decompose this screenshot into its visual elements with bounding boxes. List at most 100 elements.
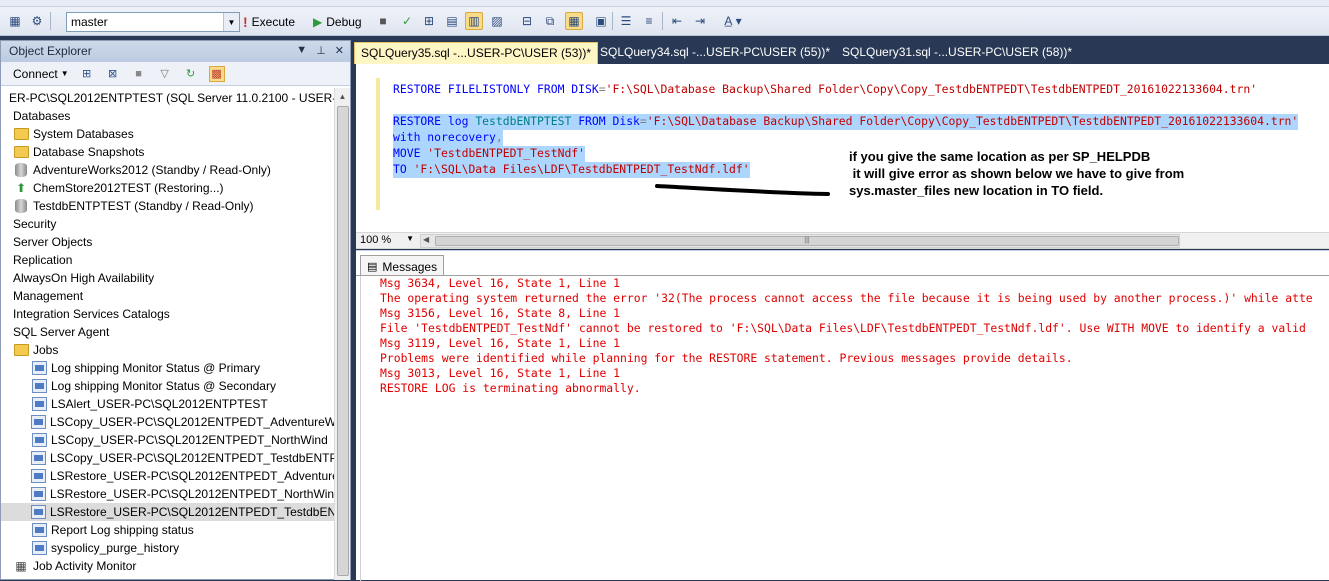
chevron-down-icon: ▼ xyxy=(60,69,69,78)
parse-checkmark-icon[interactable]: ✓ xyxy=(398,12,416,30)
tree-node[interactable]: AlwaysOn High Availability xyxy=(1,269,334,287)
job-icon xyxy=(31,379,47,393)
tree-node[interactable]: Log shipping Monitor Status @ Secondary xyxy=(1,377,334,395)
sqlcmd-mode-icon[interactable]: ▣ xyxy=(592,12,610,30)
tree-node[interactable]: ER-PC\SQL2012ENTPTEST (SQL Server 11.0.2… xyxy=(1,89,334,107)
tree-node[interactable]: ▦ Job Activity Monitor xyxy=(1,557,334,575)
toolbar-separator xyxy=(662,12,663,30)
tree-node[interactable]: LSCopy_USER-PC\SQL2012ENTPEDT_NorthWind xyxy=(1,431,334,449)
tree-node[interactable]: Databases xyxy=(1,107,334,125)
available-databases-select[interactable]: master ▼ xyxy=(66,12,240,32)
tree-node[interactable]: AdventureWorks2012 (Standby / Read-Only) xyxy=(1,161,334,179)
stop-icon[interactable]: ■ xyxy=(131,66,147,82)
tree-node-label: TestdbENTPTEST (Standby / Read-Only) xyxy=(33,199,254,213)
job-icon xyxy=(31,451,46,465)
messages-left-border xyxy=(360,276,361,581)
display-plan-icon[interactable]: ⊞ xyxy=(420,12,438,30)
tree-node[interactable]: LSRestore_USER-PC\SQL2012ENTPEDT_TestdbE… xyxy=(1,503,334,521)
tab-sqlquery35[interactable]: SQLQuery35.sql -...USER-PC\USER (53))* xyxy=(354,42,599,64)
scrollbar-thumb[interactable] xyxy=(337,106,349,576)
code-string: 'TestdbENTPEDT_TestNdf' xyxy=(427,146,586,160)
tree-node[interactable]: Management xyxy=(1,287,334,305)
scroll-up-icon[interactable]: ▲ xyxy=(335,88,350,104)
annotation-line: it will give error as shown below we hav… xyxy=(849,166,1185,181)
increase-indent-icon[interactable]: ⇥ xyxy=(691,12,709,30)
message-line: Msg 3156, Level 16, State 8, Line 1 xyxy=(380,306,621,320)
object-explorer-icon[interactable]: ▦ xyxy=(6,12,24,30)
annotation-underline-mark xyxy=(655,184,830,196)
client-statistics-icon[interactable]: ▦ xyxy=(565,12,583,30)
tree-node[interactable]: Security xyxy=(1,215,334,233)
zoom-select[interactable]: 100 % ▼ xyxy=(358,234,416,248)
include-plan-icon[interactable]: ⧉ xyxy=(541,12,559,30)
code-line-4[interactable]: MOVE 'TestdbENTPEDT_TestNdf' xyxy=(393,146,586,162)
chevron-down-icon[interactable]: ▼ xyxy=(223,13,239,31)
tree-node[interactable]: Integration Services Catalogs xyxy=(1,305,334,323)
results-to-file-icon[interactable]: ⊟ xyxy=(518,12,536,30)
tree-node[interactable]: LSCopy_USER-PC\SQL2012ENTPEDT_TestdbENTP… xyxy=(1,449,334,467)
uncomment-lines-icon[interactable]: ≡ xyxy=(640,12,658,30)
specify-template-values-icon[interactable]: A̲ ▾ xyxy=(718,12,748,30)
pin-icon[interactable]: ⊥ xyxy=(316,44,326,57)
code-line-1[interactable]: RESTORE FILELISTONLY FROM DISK='F:\SQL\D… xyxy=(393,82,1257,98)
disconnect-icon[interactable]: ⊠ xyxy=(105,66,121,82)
filter-icon[interactable]: ▽ xyxy=(157,66,173,82)
tree-node[interactable]: System Databases xyxy=(1,125,334,143)
decrease-indent-icon[interactable]: ⇤ xyxy=(668,12,686,30)
activity-monitor-icon[interactable]: ▩ xyxy=(208,65,225,82)
tree-node[interactable]: LSRestore_USER-PC\SQL2012ENTPEDT_NorthWi… xyxy=(1,485,334,503)
tab-sqlquery34[interactable]: SQLQuery34.sql -...USER-PC\USER (55))* xyxy=(594,42,836,64)
chevron-down-icon: ▼ xyxy=(406,234,414,243)
tree-node[interactable]: Database Snapshots xyxy=(1,143,334,161)
debug-button[interactable]: ▶ Debug xyxy=(313,12,362,32)
code-line-5[interactable]: TO 'F:\SQL\Data Files\LDF\TestdbENTPEDT_… xyxy=(393,162,750,178)
results-to-grid-icon[interactable]: ▥ xyxy=(465,12,483,30)
tree-node-label: Database Snapshots xyxy=(33,145,145,159)
message-line: Msg 3119, Level 16, State 1, Line 1 xyxy=(380,336,621,350)
tab-messages[interactable]: ▤ Messages xyxy=(360,255,445,275)
tree-node[interactable]: Log shipping Monitor Status @ Primary xyxy=(1,359,334,377)
tab-sqlquery31[interactable]: SQLQuery31.sql -...USER-PC\USER (58))* xyxy=(836,42,1078,64)
execute-label: Execute xyxy=(251,15,296,29)
tree-vertical-scrollbar[interactable]: ▲ xyxy=(334,88,350,580)
query-designer-icon[interactable]: ▤ xyxy=(443,12,461,30)
tree-node[interactable]: Report Log shipping status xyxy=(1,521,334,539)
tree-node[interactable]: Server Objects xyxy=(1,233,334,251)
messages-body[interactable]: Msg 3634, Level 16, State 1, Line 1 The … xyxy=(356,276,1329,581)
results-to-text-icon[interactable]: ▨ xyxy=(488,12,506,30)
tab-label: SQLQuery31.sql -...USER-PC\USER (58))* xyxy=(842,45,1073,59)
document-tab-strip: SQLQuery35.sql -...USER-PC\USER (53))* S… xyxy=(354,42,1329,64)
tree-node[interactable]: TestdbENTPTEST (Standby / Read-Only) xyxy=(1,197,334,215)
close-icon[interactable]: ✕ xyxy=(335,44,344,57)
tree-node[interactable]: Jobs xyxy=(1,341,334,359)
tree-node[interactable]: LSAlert_USER-PC\SQL2012ENTPTEST xyxy=(1,395,334,413)
toolbar-separator xyxy=(50,12,51,30)
refresh-icon[interactable]: ↻ xyxy=(183,66,199,82)
code-keyword: TO xyxy=(393,162,407,176)
tree-node[interactable]: LSRestore_USER-PC\SQL2012ENTPEDT_Adventu… xyxy=(1,467,334,485)
scrollbar-thumb[interactable]: ||| xyxy=(435,236,1179,246)
tree-node[interactable]: ⬆ ChemStore2012TEST (Restoring...) xyxy=(1,179,334,197)
comment-lines-icon[interactable]: ☰ xyxy=(617,12,635,30)
tree-node[interactable]: syspolicy_purge_history xyxy=(1,539,334,557)
query-editor[interactable]: RESTORE FILELISTONLY FROM DISK='F:\SQL\D… xyxy=(356,64,1329,249)
code-keyword: Disk xyxy=(612,114,640,128)
connect-server-icon[interactable]: ⊞ xyxy=(79,66,95,82)
exclamation-icon: ! xyxy=(243,14,248,30)
execute-button[interactable]: ! Execute xyxy=(243,12,295,32)
message-line: RESTORE LOG is terminating abnormally. xyxy=(380,381,641,395)
database-settings-icon[interactable]: ⚙ xyxy=(28,12,46,30)
code-line-3[interactable]: with norecovery, xyxy=(393,130,503,146)
main-toolbar: ▦ ⚙ master ▼ ! Execute ▶ Debug ■ ✓ ⊞ ▤ ▥… xyxy=(0,0,1329,36)
tree-node-label: Integration Services Catalogs xyxy=(13,307,170,321)
connect-button[interactable]: Connect ▼ xyxy=(13,67,69,81)
tree-node[interactable]: LSCopy_USER-PC\SQL2012ENTPEDT_AdventureW… xyxy=(1,413,334,431)
job-icon xyxy=(31,415,46,429)
dropdown-arrow-icon[interactable]: ▼ xyxy=(296,44,307,57)
tree-node[interactable]: Replication xyxy=(1,251,334,269)
tree-node[interactable]: SQL Server Agent xyxy=(1,323,334,341)
editor-horizontal-scrollbar[interactable]: ◀ ||| xyxy=(420,234,1180,248)
stop-icon[interactable]: ■ xyxy=(374,12,392,30)
scroll-left-icon[interactable]: ◀ xyxy=(423,235,429,244)
code-line-2[interactable]: RESTORE log TestdbENTPTEST FROM Disk='F:… xyxy=(393,114,1299,130)
